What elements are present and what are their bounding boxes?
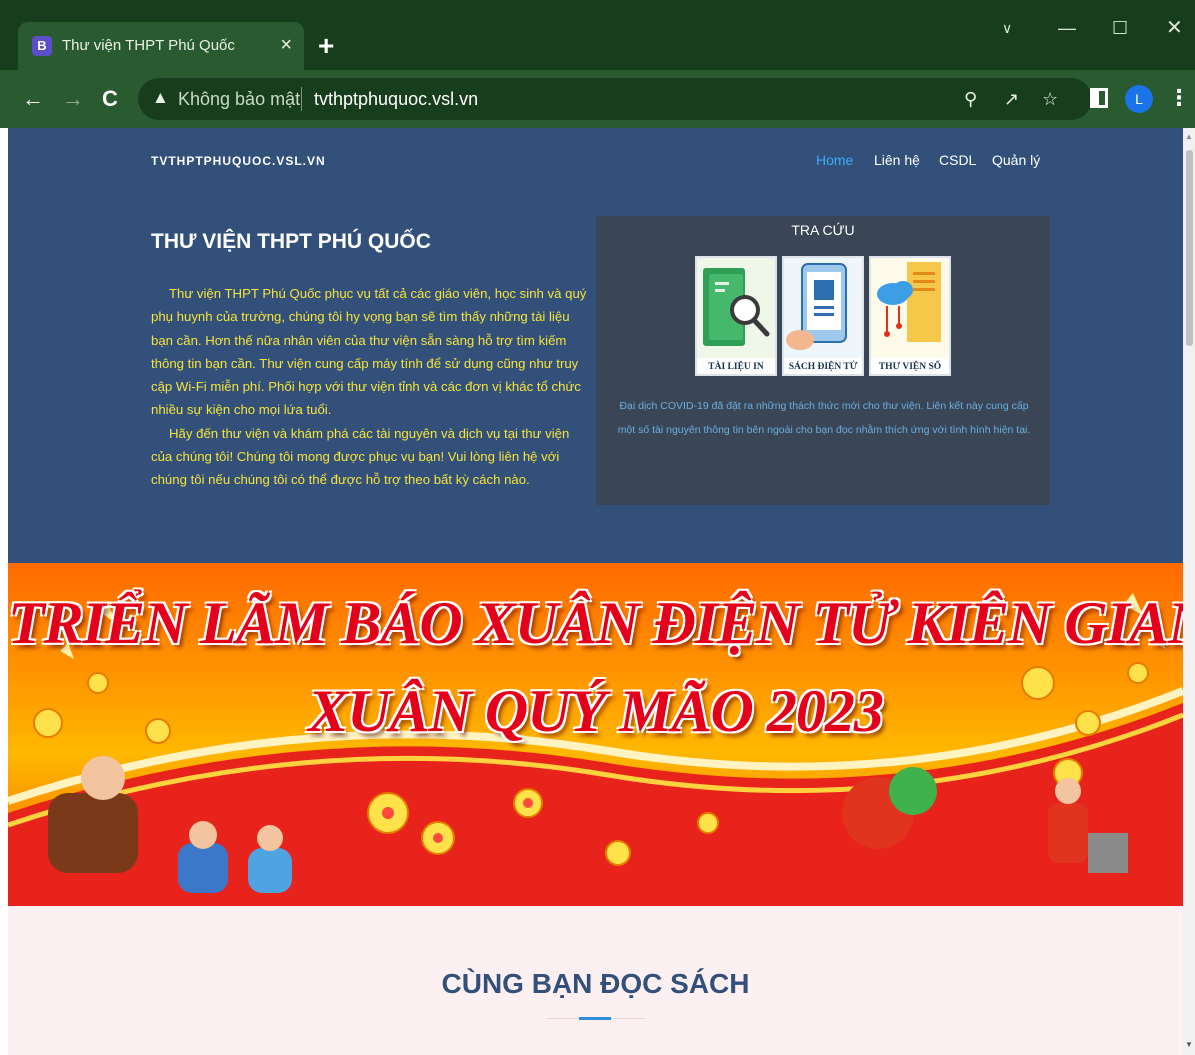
share-icon[interactable]: ↗ [1004, 87, 1019, 111]
nav-csdl[interactable]: CSDL [939, 152, 976, 168]
lookup-panel: TRA CỨU TÀI LIỆU IN SÁCH ĐIỆN TỬ THƯ VIỆ… [596, 216, 1050, 505]
scrollbar-thumb[interactable] [1186, 150, 1193, 346]
side-panel-icon[interactable] [1090, 88, 1108, 108]
address-bar[interactable]: ▲ Không bảo mật tvthptphuquoc.vsl.vn ⚲ ↗… [138, 78, 1092, 120]
page-title: THƯ VIỆN THPT PHÚ QUỐC [151, 230, 431, 253]
book-search-icon [697, 258, 775, 358]
reading-section: CÙNG BẠN ĐỌC SÁCH [8, 906, 1183, 1055]
warning-icon[interactable]: ▲ [152, 88, 169, 108]
scroll-up-icon[interactable]: ▲ [1185, 132, 1193, 141]
lookup-title: TRA CỨU [791, 222, 855, 238]
card-caption: SÁCH ĐIỆN TỬ [788, 362, 858, 372]
tablet-ebook-icon [784, 258, 862, 358]
lookup-note[interactable]: Đại dịch COVID-19 đã đặt ra những thách … [610, 394, 1038, 442]
close-icon[interactable]: × [280, 33, 292, 57]
card-caption: THƯ VIỆN SỐ [878, 362, 942, 372]
forward-icon[interactable]: → [62, 86, 84, 112]
nav-home[interactable]: Home [816, 152, 853, 168]
hero-section: TVTHPTPHUQUOC.VSL.VN Home Liên hệ CSDL Q… [8, 128, 1183, 563]
browser-tab-strip: B Thư viện THPT Phú Quốc × + ∨ — ☐ ✕ [0, 0, 1195, 70]
page-scrollbar[interactable]: ▲ ▼ [1183, 128, 1195, 1055]
menu-icon[interactable]: ⋮ [1168, 84, 1190, 112]
hero-paragraph: Hãy đến thư viện và khám phá các tài ngu… [151, 425, 570, 488]
zoom-icon[interactable]: ⚲ [964, 87, 977, 111]
star-icon[interactable]: ☆ [1042, 87, 1058, 111]
nav-admin[interactable]: Quản lý [992, 152, 1040, 168]
hero-paragraph: Thư viện THPT Phú Quốc phục vụ tất cả cá… [151, 286, 587, 418]
hero-description: Thư viện THPT Phú Quốc phục vụ tất cả cá… [151, 282, 591, 492]
spring-exhibition-banner[interactable]: TRIỂN LÃM BÁO XUÂN ĐIỆN TỬ KIÊN GIANG XU… [8, 563, 1183, 906]
ebook-link[interactable]: SÁCH ĐIỆN TỬ [782, 256, 864, 376]
tab-title: Thư viện THPT Phú Quốc [62, 37, 235, 54]
cloud-library-icon [871, 258, 949, 358]
reload-icon[interactable]: C [102, 86, 118, 112]
security-label[interactable]: Không bảo mật [178, 89, 300, 110]
page-content: TVTHPTPHUQUOC.VSL.VN Home Liên hệ CSDL Q… [8, 128, 1183, 1055]
minimize-icon[interactable]: — [1058, 16, 1076, 40]
banner-title-line2: XUÂN QUÝ MÃO 2023 [308, 678, 884, 744]
favicon-icon: B [32, 36, 52, 56]
window-close-icon[interactable]: ✕ [1166, 16, 1183, 40]
print-documents-link[interactable]: TÀI LIỆU IN [695, 256, 777, 376]
url-separator [301, 87, 302, 111]
browser-tab[interactable]: B Thư viện THPT Phú Quốc × [18, 22, 304, 70]
chevron-down-icon[interactable]: ∨ [1002, 16, 1012, 40]
digital-library-link[interactable]: THƯ VIỆN SỐ [869, 256, 951, 376]
browser-toolbar: ← → C ▲ Không bảo mật tvthptphuquoc.vsl.… [0, 70, 1195, 128]
banner-title-line1: TRIỂN LÃM BÁO XUÂN ĐIỆN TỬ KIÊN GIANG [8, 590, 1183, 656]
section-accent [579, 1017, 611, 1020]
scroll-down-icon[interactable]: ▼ [1185, 1040, 1193, 1049]
avatar[interactable]: L [1125, 85, 1153, 113]
nav-contact[interactable]: Liên hệ [874, 152, 920, 168]
site-brand[interactable]: TVTHPTPHUQUOC.VSL.VN [151, 154, 326, 168]
url-text[interactable]: tvthptphuquoc.vsl.vn [314, 89, 478, 110]
maximize-icon[interactable]: ☐ [1112, 16, 1128, 40]
plus-icon[interactable]: + [318, 30, 334, 62]
back-icon[interactable]: ← [22, 86, 44, 112]
card-caption: TÀI LIỆU IN [708, 362, 764, 372]
section-title: CÙNG BẠN ĐỌC SÁCH [441, 968, 750, 999]
